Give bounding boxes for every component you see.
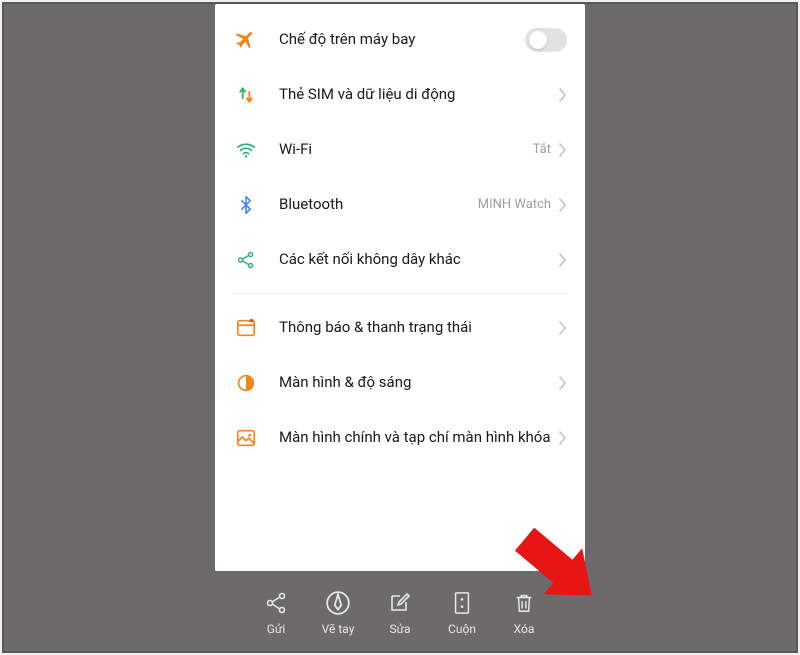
row-label: Bluetooth: [279, 194, 478, 214]
row-label: Thẻ SIM và dữ liệu di động: [279, 84, 559, 104]
screenshot-toolbar: Gửi Vẽ tay Sửa: [215, 571, 585, 651]
toolbar-label: Vẽ tay: [322, 622, 355, 636]
trash-icon: [511, 590, 537, 616]
section-divider: [233, 293, 567, 294]
row-wifi[interactable]: Wi-Fi Tắt: [233, 122, 567, 177]
row-notification-status[interactable]: Thông báo & thanh trạng thái: [233, 300, 567, 355]
row-label: Chế độ trên máy bay: [279, 29, 525, 49]
row-other-wireless[interactable]: Các kết nối không dây khác: [233, 232, 567, 287]
toolbar-label: Gửi: [267, 622, 286, 636]
phone-screenshot: Chế độ trên máy bay Thẻ SIM và dữ liệu d…: [215, 4, 585, 651]
toolbar-label: Xóa: [514, 622, 535, 636]
chevron-right-icon: [559, 143, 567, 157]
row-label: Wi-Fi: [279, 139, 533, 159]
send-button[interactable]: Gửi: [245, 590, 307, 636]
wifi-icon: [233, 137, 259, 163]
row-label: Các kết nối không dây khác: [279, 249, 559, 269]
edit-square-icon: [387, 590, 413, 616]
tutorial-frame: Chế độ trên máy bay Thẻ SIM và dữ liệu d…: [2, 2, 798, 653]
chevron-right-icon: [559, 321, 567, 335]
chevron-right-icon: [559, 376, 567, 390]
row-airplane-mode[interactable]: Chế độ trên máy bay: [233, 12, 567, 67]
draw-button[interactable]: Vẽ tay: [307, 590, 369, 636]
notification-bar-icon: [233, 315, 259, 341]
delete-button[interactable]: Xóa: [493, 590, 555, 636]
chevron-right-icon: [559, 88, 567, 102]
bluetooth-icon: [233, 192, 259, 218]
chevron-right-icon: [559, 198, 567, 212]
scroll-capture-icon: [449, 590, 475, 616]
airplane-icon: [233, 27, 259, 53]
pen-circle-icon: [325, 590, 351, 616]
edit-button[interactable]: Sửa: [369, 590, 431, 636]
share-icon: [263, 590, 289, 616]
row-value: MINH Watch: [478, 197, 551, 212]
settings-panel: Chế độ trên máy bay Thẻ SIM và dữ liệu d…: [215, 4, 585, 571]
row-display-brightness[interactable]: Màn hình & độ sáng: [233, 355, 567, 410]
row-bluetooth[interactable]: Bluetooth MINH Watch: [233, 177, 567, 232]
toolbar-label: Cuộn: [448, 622, 476, 636]
crop-corner-icon: [215, 553, 233, 571]
wallpaper-icon: [233, 425, 259, 451]
row-label: Màn hình chính và tạp chí màn hình khóa: [279, 427, 559, 447]
share-nodes-icon: [233, 247, 259, 273]
sim-data-icon: [233, 82, 259, 108]
brightness-icon: [233, 370, 259, 396]
toolbar-label: Sửa: [389, 622, 410, 636]
row-value: Tắt: [533, 142, 551, 157]
row-label: Màn hình & độ sáng: [279, 372, 559, 392]
row-home-lockscreen[interactable]: Màn hình chính và tạp chí màn hình khóa: [233, 410, 567, 465]
crop-corner-icon: [567, 553, 585, 571]
row-sim-data[interactable]: Thẻ SIM và dữ liệu di động: [233, 67, 567, 122]
chevron-right-icon: [559, 253, 567, 267]
scroll-button[interactable]: Cuộn: [431, 590, 493, 636]
row-label: Thông báo & thanh trạng thái: [279, 317, 559, 337]
airplane-toggle[interactable]: [525, 28, 567, 52]
chevron-right-icon: [559, 431, 567, 445]
